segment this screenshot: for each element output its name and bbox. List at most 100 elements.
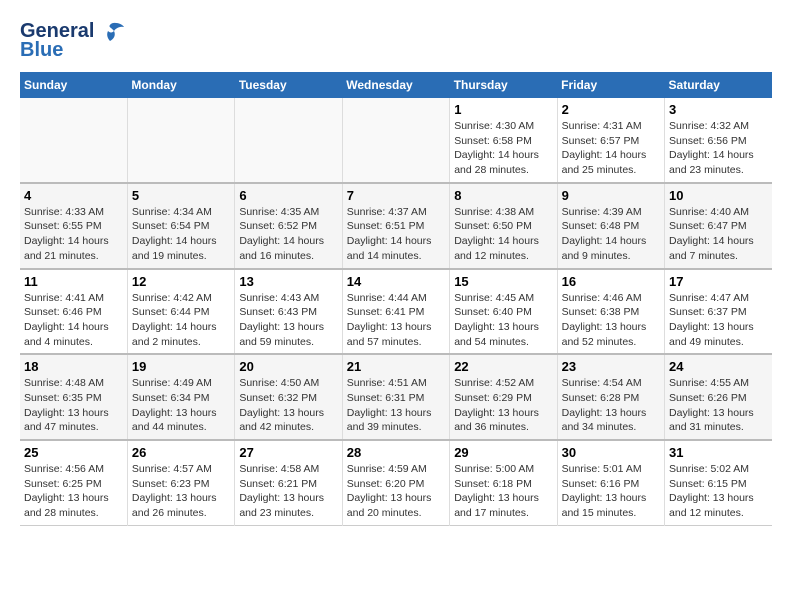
day-number-23: 23: [562, 359, 660, 374]
day-9: 9 Sunrise: 4:39 AM Sunset: 6:48 PM Daylig…: [557, 183, 664, 269]
day-number-14: 14: [347, 274, 445, 289]
day-info-9: Sunrise: 4:39 AM Sunset: 6:48 PM Dayligh…: [562, 205, 660, 264]
day-number-13: 13: [239, 274, 337, 289]
day-number-26: 26: [132, 445, 230, 460]
day-info-17: Sunrise: 4:47 AM Sunset: 6:37 PM Dayligh…: [669, 291, 768, 350]
day-1: 1 Sunrise: 4:30 AM Sunset: 6:58 PM Daylig…: [450, 98, 557, 183]
week-row-3: 11 Sunrise: 4:41 AM Sunset: 6:46 PM Dayli…: [20, 269, 772, 355]
day-31: 31 Sunrise: 5:02 AM Sunset: 6:15 PM Dayli…: [665, 440, 772, 525]
calendar-table: SundayMondayTuesdayWednesdayThursdayFrid…: [20, 72, 772, 526]
empty-day: [342, 98, 449, 183]
day-number-25: 25: [24, 445, 123, 460]
day-20: 20Sunrise: 4:50 AM Sunset: 6:32 PM Dayli…: [235, 354, 342, 440]
day-17: 17 Sunrise: 4:47 AM Sunset: 6:37 PM Dayli…: [665, 269, 772, 355]
day-info-18: Sunrise: 4:48 AM Sunset: 6:35 PM Dayligh…: [24, 376, 123, 435]
day-info-1: Sunrise: 4:30 AM Sunset: 6:58 PM Dayligh…: [454, 119, 552, 178]
day-number-21: 21: [347, 359, 445, 374]
calendar-header-row: SundayMondayTuesdayWednesdayThursdayFrid…: [20, 72, 772, 98]
day-2: 2 Sunrise: 4:31 AM Sunset: 6:57 PM Daylig…: [557, 98, 664, 183]
day-info-31: Sunrise: 5:02 AM Sunset: 6:15 PM Dayligh…: [669, 462, 768, 521]
day-info-12: Sunrise: 4:42 AM Sunset: 6:44 PM Dayligh…: [132, 291, 230, 350]
day-number-1: 1: [454, 102, 552, 117]
day-info-29: Sunrise: 5:00 AM Sunset: 6:18 PM Dayligh…: [454, 462, 552, 521]
empty-day: [235, 98, 342, 183]
day-26: 26 Sunrise: 4:57 AM Sunset: 6:23 PM Dayli…: [127, 440, 234, 525]
day-info-22: Sunrise: 4:52 AM Sunset: 6:29 PM Dayligh…: [454, 376, 552, 435]
day-number-15: 15: [454, 274, 552, 289]
day-info-19: Sunrise: 4:49 AM Sunset: 6:34 PM Dayligh…: [132, 376, 230, 435]
logo: General Blue: [20, 20, 126, 62]
day-info-2: Sunrise: 4:31 AM Sunset: 6:57 PM Dayligh…: [562, 119, 660, 178]
day-info-8: Sunrise: 4:38 AM Sunset: 6:50 PM Dayligh…: [454, 205, 552, 264]
header-thursday: Thursday: [450, 72, 557, 98]
day-info-27: Sunrise: 4:58 AM Sunset: 6:21 PM Dayligh…: [239, 462, 337, 521]
day-info-30: Sunrise: 5:01 AM Sunset: 6:16 PM Dayligh…: [562, 462, 660, 521]
day-number-11: 11: [24, 274, 123, 289]
empty-day: [127, 98, 234, 183]
day-number-17: 17: [669, 274, 768, 289]
day-24: 24 Sunrise: 4:55 AM Sunset: 6:26 PM Dayli…: [665, 354, 772, 440]
week-row-2: 4 Sunrise: 4:33 AM Sunset: 6:55 PM Daylig…: [20, 183, 772, 269]
logo-bird-icon: [94, 21, 126, 43]
day-13: 13Sunrise: 4:43 AM Sunset: 6:43 PM Dayli…: [235, 269, 342, 355]
day-info-5: Sunrise: 4:34 AM Sunset: 6:54 PM Dayligh…: [132, 205, 230, 264]
logo-blue: Blue: [20, 39, 63, 62]
header-tuesday: Tuesday: [235, 72, 342, 98]
week-row-4: 18 Sunrise: 4:48 AM Sunset: 6:35 PM Dayli…: [20, 354, 772, 440]
day-12: 12 Sunrise: 4:42 AM Sunset: 6:44 PM Dayli…: [127, 269, 234, 355]
day-number-29: 29: [454, 445, 552, 460]
day-number-12: 12: [132, 274, 230, 289]
day-info-20: Sunrise: 4:50 AM Sunset: 6:32 PM Dayligh…: [239, 376, 337, 435]
day-info-4: Sunrise: 4:33 AM Sunset: 6:55 PM Dayligh…: [24, 205, 123, 264]
day-number-10: 10: [669, 188, 768, 203]
day-number-31: 31: [669, 445, 768, 460]
day-number-19: 19: [132, 359, 230, 374]
day-info-26: Sunrise: 4:57 AM Sunset: 6:23 PM Dayligh…: [132, 462, 230, 521]
week-row-5: 25 Sunrise: 4:56 AM Sunset: 6:25 PM Dayli…: [20, 440, 772, 525]
day-number-30: 30: [562, 445, 660, 460]
day-10: 10 Sunrise: 4:40 AM Sunset: 6:47 PM Dayli…: [665, 183, 772, 269]
day-info-14: Sunrise: 4:44 AM Sunset: 6:41 PM Dayligh…: [347, 291, 445, 350]
header-saturday: Saturday: [665, 72, 772, 98]
day-28: 28Sunrise: 4:59 AM Sunset: 6:20 PM Dayli…: [342, 440, 449, 525]
week-row-1: 1 Sunrise: 4:30 AM Sunset: 6:58 PM Daylig…: [20, 98, 772, 183]
day-8: 8 Sunrise: 4:38 AM Sunset: 6:50 PM Daylig…: [450, 183, 557, 269]
header-wednesday: Wednesday: [342, 72, 449, 98]
day-number-2: 2: [562, 102, 660, 117]
day-number-24: 24: [669, 359, 768, 374]
day-info-28: Sunrise: 4:59 AM Sunset: 6:20 PM Dayligh…: [347, 462, 445, 521]
day-18: 18 Sunrise: 4:48 AM Sunset: 6:35 PM Dayli…: [20, 354, 127, 440]
empty-day: [20, 98, 127, 183]
day-29: 29 Sunrise: 5:00 AM Sunset: 6:18 PM Dayli…: [450, 440, 557, 525]
day-info-24: Sunrise: 4:55 AM Sunset: 6:26 PM Dayligh…: [669, 376, 768, 435]
day-6: 6 Sunrise: 4:35 AM Sunset: 6:52 PM Daylig…: [235, 183, 342, 269]
day-4: 4 Sunrise: 4:33 AM Sunset: 6:55 PM Daylig…: [20, 183, 127, 269]
day-19: 19 Sunrise: 4:49 AM Sunset: 6:34 PM Dayli…: [127, 354, 234, 440]
day-14: 14 Sunrise: 4:44 AM Sunset: 6:41 PM Dayli…: [342, 269, 449, 355]
day-info-16: Sunrise: 4:46 AM Sunset: 6:38 PM Dayligh…: [562, 291, 660, 350]
day-info-6: Sunrise: 4:35 AM Sunset: 6:52 PM Dayligh…: [239, 205, 337, 264]
day-number-6: 6: [239, 188, 337, 203]
day-11: 11 Sunrise: 4:41 AM Sunset: 6:46 PM Dayli…: [20, 269, 127, 355]
day-25: 25 Sunrise: 4:56 AM Sunset: 6:25 PM Dayli…: [20, 440, 127, 525]
day-23: 23Sunrise: 4:54 AM Sunset: 6:28 PM Dayli…: [557, 354, 664, 440]
day-info-15: Sunrise: 4:45 AM Sunset: 6:40 PM Dayligh…: [454, 291, 552, 350]
day-3: 3Sunrise: 4:32 AM Sunset: 6:56 PM Daylig…: [665, 98, 772, 183]
day-number-4: 4: [24, 188, 123, 203]
day-number-8: 8: [454, 188, 552, 203]
page-header: General Blue: [20, 20, 772, 62]
day-number-3: 3: [669, 102, 768, 117]
day-5: 5 Sunrise: 4:34 AM Sunset: 6:54 PM Daylig…: [127, 183, 234, 269]
day-info-21: Sunrise: 4:51 AM Sunset: 6:31 PM Dayligh…: [347, 376, 445, 435]
day-info-25: Sunrise: 4:56 AM Sunset: 6:25 PM Dayligh…: [24, 462, 123, 521]
day-number-27: 27: [239, 445, 337, 460]
day-7: 7Sunrise: 4:37 AM Sunset: 6:51 PM Daylig…: [342, 183, 449, 269]
day-27: 27 Sunrise: 4:58 AM Sunset: 6:21 PM Dayli…: [235, 440, 342, 525]
day-30: 30 Sunrise: 5:01 AM Sunset: 6:16 PM Dayli…: [557, 440, 664, 525]
day-number-9: 9: [562, 188, 660, 203]
day-number-16: 16: [562, 274, 660, 289]
day-info-11: Sunrise: 4:41 AM Sunset: 6:46 PM Dayligh…: [24, 291, 123, 350]
day-number-18: 18: [24, 359, 123, 374]
day-number-5: 5: [132, 188, 230, 203]
day-info-10: Sunrise: 4:40 AM Sunset: 6:47 PM Dayligh…: [669, 205, 768, 264]
